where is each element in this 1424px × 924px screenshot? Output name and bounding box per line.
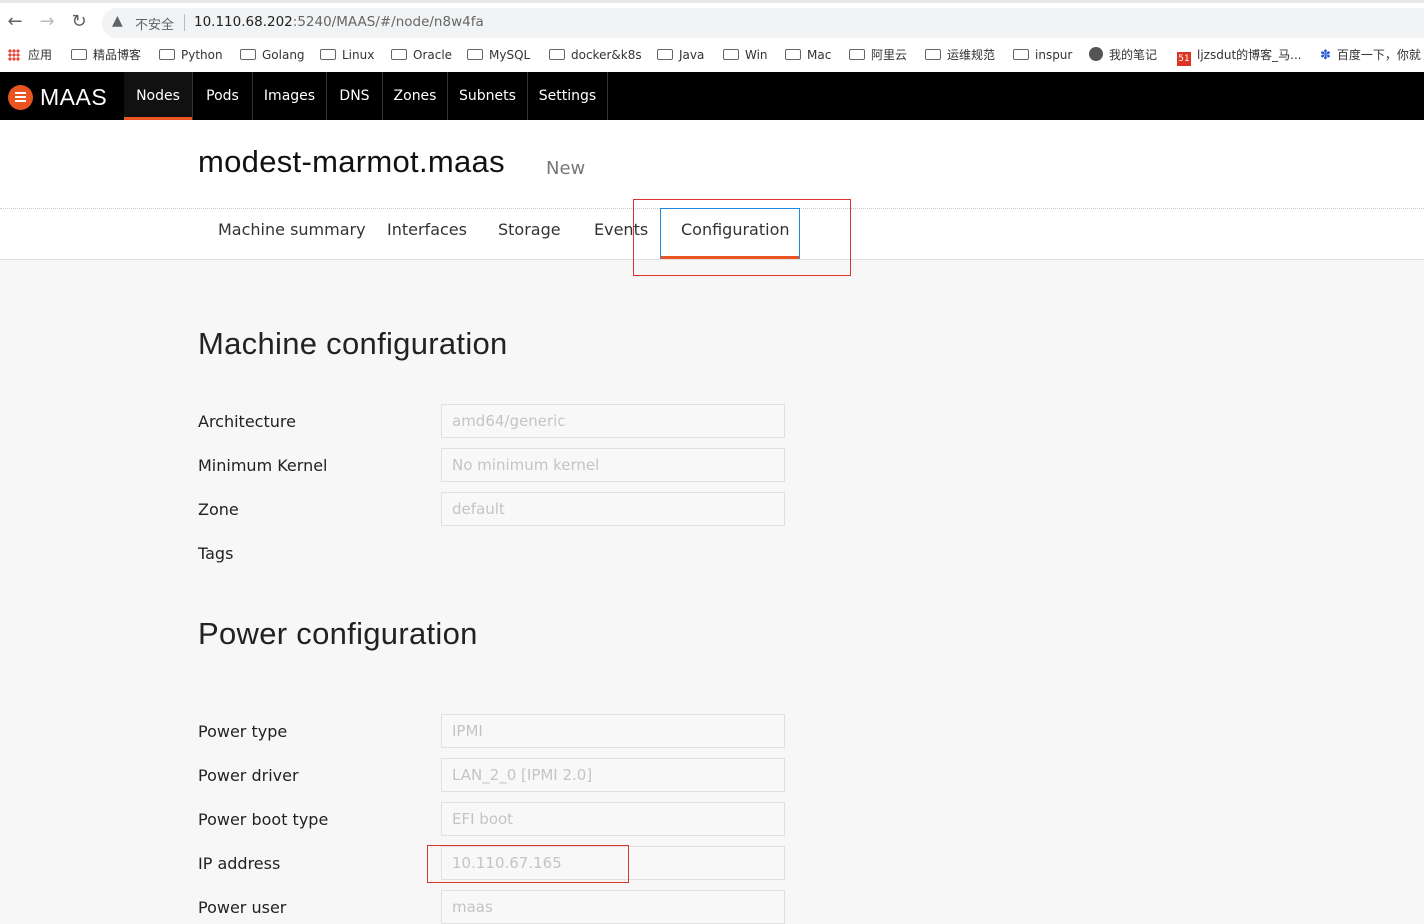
bookmark-label: Golang: [262, 48, 305, 62]
power-type-field[interactable]: IPMI: [441, 714, 785, 748]
power-boot-type-field[interactable]: EFI boot: [441, 802, 785, 836]
maas-logo-icon: [8, 84, 33, 110]
nav-settings[interactable]: Settings: [528, 72, 608, 120]
bookmark-link[interactable]: 我的笔记: [1089, 46, 1157, 64]
nav-dns[interactable]: DNS: [327, 72, 383, 120]
folder-icon: [657, 49, 673, 60]
bookmark-folder[interactable]: Java: [657, 46, 704, 64]
folder-icon: [723, 49, 739, 60]
globe-icon: [1089, 47, 1103, 61]
browser-address-bar: ← → ↻ ▲ 不安全 10.110.68.202:5240/MAAS/#/no…: [0, 0, 1424, 40]
folder-icon: [549, 49, 565, 60]
nav-pods[interactable]: Pods: [193, 72, 253, 120]
forward-arrow-icon[interactable]: →: [36, 11, 58, 33]
bookmark-folder[interactable]: Oracle: [391, 46, 452, 64]
annotation-box-configuration-tab: [633, 199, 851, 276]
bookmark-link[interactable]: ✽ 百度一下，你就: [1320, 46, 1421, 64]
apps-grid-icon: [8, 49, 20, 61]
bookmark-folder[interactable]: Python: [159, 46, 223, 64]
bookmark-label: Python: [181, 48, 223, 62]
bookmark-label: docker&k8s: [571, 48, 642, 62]
url-separator: [184, 14, 185, 31]
bookmark-folder[interactable]: inspur: [1013, 46, 1072, 64]
maas-logo[interactable]: MAAS: [8, 84, 107, 110]
nav-zones[interactable]: Zones: [383, 72, 448, 120]
maas-logo-text: MAAS: [40, 83, 108, 110]
bookmark-folder[interactable]: 运维规范: [925, 46, 995, 64]
folder-icon: [240, 49, 256, 60]
url-text: 10.110.68.202:5240/MAAS/#/node/n8w4fa: [194, 14, 484, 30]
folder-icon: [785, 49, 801, 60]
bookmark-label: Linux: [342, 48, 375, 62]
bookmarks-bar: 应用 精品博客 Python Golang Linux Oracle MySQL…: [0, 40, 1424, 72]
power-driver-label: Power driver: [198, 766, 299, 785]
zone-label: Zone: [198, 500, 239, 519]
tags-label: Tags: [198, 544, 234, 563]
folder-icon: [925, 49, 941, 60]
url-field[interactable]: ▲ 不安全 10.110.68.202:5240/MAAS/#/node/n8w…: [102, 8, 1424, 38]
bookmark-folder[interactable]: 精品博客: [71, 46, 141, 64]
folder-icon: [1013, 49, 1029, 60]
bookmark-label: 运维规范: [947, 48, 996, 62]
bookmark-label: 我的笔记: [1109, 48, 1158, 62]
bookmark-label: inspur: [1035, 48, 1073, 62]
bookmark-label: 应用: [28, 48, 53, 62]
ip-address-label: IP address: [198, 854, 281, 873]
folder-icon: [849, 49, 865, 60]
folder-icon: [391, 49, 407, 60]
architecture-label: Architecture: [198, 412, 296, 431]
bookmark-folder[interactable]: Win: [723, 46, 768, 64]
bookmark-label: 阿里云: [871, 48, 908, 62]
bookmark-label: Oracle: [413, 48, 453, 62]
machine-config-title: Machine configuration: [198, 326, 508, 361]
bookmark-folder[interactable]: MySQL: [467, 46, 530, 64]
folder-icon: [71, 49, 87, 60]
page-title: modest-marmot.maas: [198, 144, 505, 179]
status-badge: New: [546, 158, 586, 179]
bookmark-link[interactable]: 51 ljzsdut的博客_马...: [1177, 46, 1302, 66]
bookmark-apps[interactable]: 应用: [8, 46, 52, 64]
power-user-label: Power user: [198, 898, 287, 917]
bookmark-folder[interactable]: Linux: [320, 46, 374, 64]
url-host: 10.110.68.202: [194, 14, 293, 30]
minimum-kernel-field[interactable]: No minimum kernel: [441, 448, 785, 482]
folder-icon: [467, 49, 483, 60]
folder-icon: [159, 49, 175, 60]
power-driver-field[interactable]: LAN_2_0 [IPMI 2.0]: [441, 758, 785, 792]
security-label: 不安全: [135, 18, 175, 33]
warning-icon: ▲: [112, 13, 123, 29]
nav-nodes[interactable]: Nodes: [124, 72, 193, 120]
zone-field[interactable]: default: [441, 492, 785, 526]
power-config-title: Power configuration: [198, 616, 478, 651]
power-user-field[interactable]: maas: [441, 890, 785, 924]
reload-icon[interactable]: ↻: [68, 11, 90, 33]
bookmark-label: Mac: [807, 48, 832, 62]
nav-images[interactable]: Images: [253, 72, 327, 120]
folder-icon: [320, 49, 336, 60]
tab-storage[interactable]: Storage: [498, 220, 561, 239]
maas-top-nav: MAAS Nodes Pods Images DNS Zones Subnets…: [0, 72, 1424, 120]
baidu-paw-icon: ✽: [1320, 48, 1331, 63]
bookmark-folder[interactable]: Golang: [240, 46, 305, 64]
back-arrow-icon[interactable]: ←: [4, 11, 26, 33]
bookmark-folder[interactable]: Mac: [785, 46, 831, 64]
power-type-label: Power type: [198, 722, 288, 741]
annotation-box-ip-address: [427, 845, 629, 883]
tab-machine-summary[interactable]: Machine summary: [218, 220, 366, 239]
bookmark-folder[interactable]: docker&k8s: [549, 46, 642, 64]
architecture-field[interactable]: amd64/generic: [441, 404, 785, 438]
site-51cto-icon: 51: [1177, 52, 1191, 66]
url-path: :5240/MAAS/#/node/n8w4fa: [292, 14, 484, 30]
bookmark-label: MySQL: [489, 48, 531, 62]
bookmark-folder[interactable]: 阿里云: [849, 46, 907, 64]
bookmark-label: Java: [679, 48, 705, 62]
bookmark-label: ljzsdut的博客_马...: [1197, 48, 1302, 62]
nav-subnets[interactable]: Subnets: [448, 72, 528, 120]
minimum-kernel-label: Minimum Kernel: [198, 456, 328, 475]
tab-interfaces[interactable]: Interfaces: [387, 220, 467, 239]
power-boot-type-label: Power boot type: [198, 810, 329, 829]
bookmark-label: 百度一下，你就: [1336, 48, 1421, 62]
bookmark-label: Win: [745, 48, 768, 62]
bookmark-label: 精品博客: [93, 48, 142, 62]
